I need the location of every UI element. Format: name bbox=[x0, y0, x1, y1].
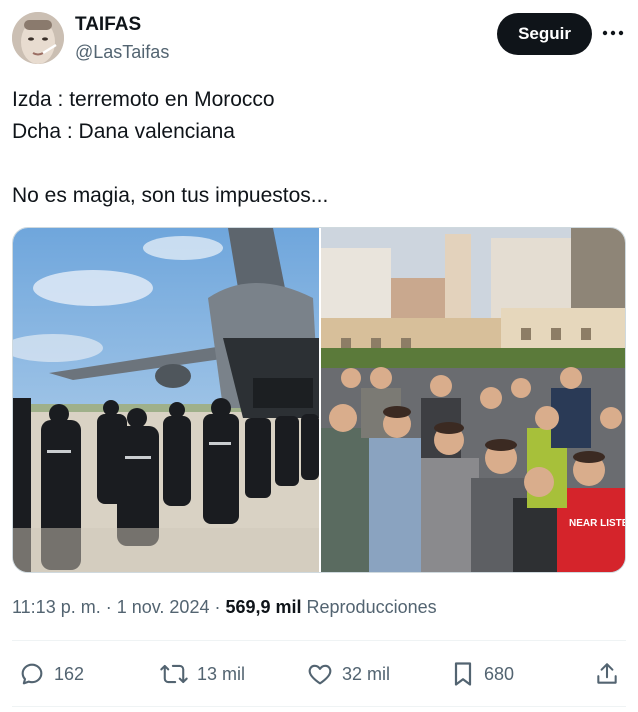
tweet-date[interactable]: 1 nov. 2024 bbox=[117, 597, 210, 617]
tweet-line-3: No es magia, son tus impuestos... bbox=[12, 184, 329, 207]
reply-button[interactable]: 162 bbox=[18, 656, 84, 692]
meta-separator-2: · bbox=[209, 597, 226, 617]
heart-icon bbox=[308, 664, 332, 685]
tweet-text: Izda : terremoto en Morocco Dcha : Dana … bbox=[12, 84, 622, 212]
tweet-header: TAIFAS @LasTaifas Seguir bbox=[12, 12, 626, 68]
like-button[interactable]: 32 mil bbox=[306, 656, 390, 692]
tweet-line-1: Izda : terremoto en Morocco bbox=[12, 88, 275, 111]
views-label: Reproducciones bbox=[301, 597, 437, 617]
tweet-time[interactable]: 11:13 p. m. bbox=[12, 597, 101, 617]
retweet-count: 13 mil bbox=[197, 663, 246, 684]
author-handle[interactable]: @LasTaifas bbox=[75, 42, 169, 63]
author-avatar[interactable] bbox=[12, 12, 64, 64]
tweet-meta: 11:13 p. m. · 1 nov. 2024 · 569,9 mil Re… bbox=[12, 597, 437, 618]
tweet-media[interactable]: NEAR LISTEN FEEL bbox=[12, 227, 626, 573]
follow-button[interactable]: Seguir bbox=[497, 13, 592, 55]
reply-count: 162 bbox=[54, 663, 85, 684]
share-button[interactable] bbox=[594, 656, 620, 692]
military-plane-photo bbox=[13, 228, 319, 572]
media-image-right[interactable]: NEAR LISTEN FEEL bbox=[321, 228, 626, 572]
divider-top bbox=[12, 640, 626, 641]
bookmark-button[interactable]: 680 bbox=[450, 656, 514, 692]
author-name[interactable]: TAIFAS bbox=[75, 14, 141, 36]
bookmark-count: 680 bbox=[484, 663, 515, 684]
tweet-line-2: Dcha : Dana valenciana bbox=[12, 120, 235, 143]
divider-bottom bbox=[12, 706, 626, 707]
like-count: 32 mil bbox=[342, 663, 391, 684]
share-icon bbox=[597, 663, 617, 684]
meta-separator-1: · bbox=[100, 597, 117, 617]
tweet-actions: 162 13 mil 32 mil 680 bbox=[12, 656, 626, 692]
media-image-left[interactable] bbox=[13, 228, 319, 572]
retweet-icon bbox=[160, 664, 188, 684]
jersey-text: NEAR LISTEN FEEL bbox=[569, 518, 626, 529]
bookmark-icon bbox=[454, 662, 472, 686]
more-options-icon[interactable] bbox=[600, 20, 626, 46]
retweet-button[interactable]: 13 mil bbox=[159, 656, 245, 692]
reply-icon bbox=[21, 663, 43, 685]
views-count: 569,9 mil bbox=[225, 597, 302, 617]
crowd-volunteers-photo: NEAR LISTEN FEEL bbox=[321, 228, 626, 572]
